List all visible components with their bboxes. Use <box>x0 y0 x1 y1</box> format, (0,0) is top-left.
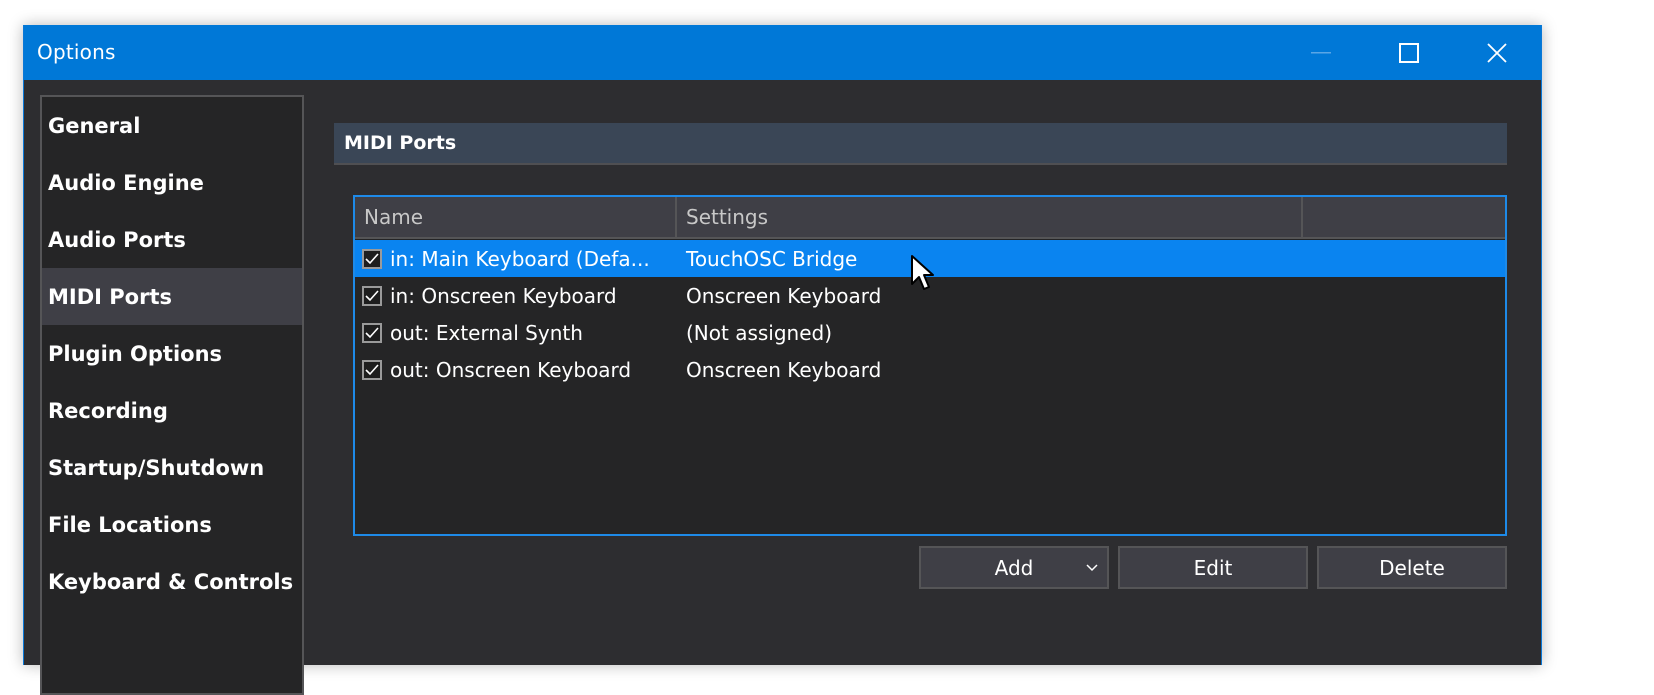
edit-button[interactable]: Edit <box>1118 546 1308 589</box>
sidebar-item-audio-engine[interactable]: Audio Engine <box>42 154 302 211</box>
list-header: Name Settings <box>355 197 1505 239</box>
column-header-empty[interactable] <box>1303 197 1505 237</box>
sidebar-item-label: Startup/Shutdown <box>48 455 265 480</box>
section-title-text: MIDI Ports <box>344 132 457 154</box>
port-name: in: Main Keyboard (Defa... <box>390 246 650 271</box>
port-settings: Onscreen Keyboard <box>686 283 882 308</box>
close-icon <box>1487 42 1507 63</box>
options-dialog: Options General Audio Engine Audio Ports… <box>23 25 1542 695</box>
minimize-icon <box>1311 51 1331 53</box>
minimize-button[interactable] <box>1277 25 1365 80</box>
port-name: in: Onscreen Keyboard <box>390 283 617 308</box>
sidebar-item-audio-ports[interactable]: Audio Ports <box>42 211 302 268</box>
sidebar-item-startup-shutdown[interactable]: Startup/Shutdown <box>42 439 302 496</box>
sidebar-item-midi-ports[interactable]: MIDI Ports <box>42 268 302 325</box>
window-title: Options <box>37 40 116 64</box>
sidebar-item-label: Plugin Options <box>48 341 223 366</box>
column-header-settings[interactable]: Settings <box>677 197 1303 237</box>
sidebar-item-plugin-options[interactable]: Plugin Options <box>42 325 302 382</box>
section-title: MIDI Ports <box>334 123 1507 165</box>
sidebar-item-label: File Locations <box>48 512 212 537</box>
add-button-label: Add <box>994 555 1034 580</box>
sidebar-item-file-locations[interactable]: File Locations <box>42 496 302 553</box>
delete-button[interactable]: Delete <box>1317 546 1507 589</box>
sidebar-item-general[interactable]: General <box>42 97 302 154</box>
sidebar-item-keyboard-controls[interactable]: Keyboard & Controls <box>42 553 302 610</box>
sidebar-item-label: Audio Ports <box>48 227 186 252</box>
add-dropdown-button[interactable]: Add <box>919 546 1109 589</box>
chevron-down-icon[interactable] <box>1085 560 1099 574</box>
midi-ports-list[interactable]: Name Settings in: Main Keyboard (Defa...… <box>353 195 1507 536</box>
close-button[interactable] <box>1453 25 1541 80</box>
row-checkbox[interactable] <box>362 359 382 380</box>
checkmark-icon <box>365 252 379 264</box>
port-name: out: External Synth <box>390 320 583 345</box>
port-settings: TouchOSC Bridge <box>686 246 858 271</box>
sidebar-item-recording[interactable]: Recording <box>42 382 302 439</box>
column-header-label: Settings <box>686 205 769 229</box>
sidebar-item-label: Recording <box>48 398 168 423</box>
list-row[interactable]: out: External Synth (Not assigned) <box>355 314 1505 351</box>
sidebar-item-label: MIDI Ports <box>48 284 172 309</box>
port-settings: Onscreen Keyboard <box>686 357 882 382</box>
checkmark-icon <box>365 326 379 338</box>
column-header-name[interactable]: Name <box>355 197 677 237</box>
sidebar-item-label: General <box>48 113 141 138</box>
list-row[interactable]: out: Onscreen Keyboard Onscreen Keyboard <box>355 351 1505 388</box>
checkmark-icon <box>365 363 379 375</box>
title-bar[interactable]: Options <box>24 25 1541 80</box>
row-checkbox[interactable] <box>362 248 382 269</box>
row-checkbox[interactable] <box>362 322 382 343</box>
checkmark-icon <box>365 289 379 301</box>
sidebar-item-label: Keyboard & Controls <box>48 569 294 594</box>
options-category-list[interactable]: General Audio Engine Audio Ports MIDI Po… <box>40 95 304 695</box>
mouse-pointer-icon <box>911 255 934 290</box>
row-checkbox[interactable] <box>362 285 382 306</box>
port-name: out: Onscreen Keyboard <box>390 357 632 382</box>
maximize-button[interactable] <box>1365 25 1453 80</box>
sidebar-item-label: Audio Engine <box>48 170 204 195</box>
delete-button-label: Delete <box>1379 555 1445 580</box>
port-settings: (Not assigned) <box>686 320 833 345</box>
maximize-icon <box>1399 42 1419 63</box>
edit-button-label: Edit <box>1193 555 1233 580</box>
column-header-label: Name <box>364 205 424 229</box>
